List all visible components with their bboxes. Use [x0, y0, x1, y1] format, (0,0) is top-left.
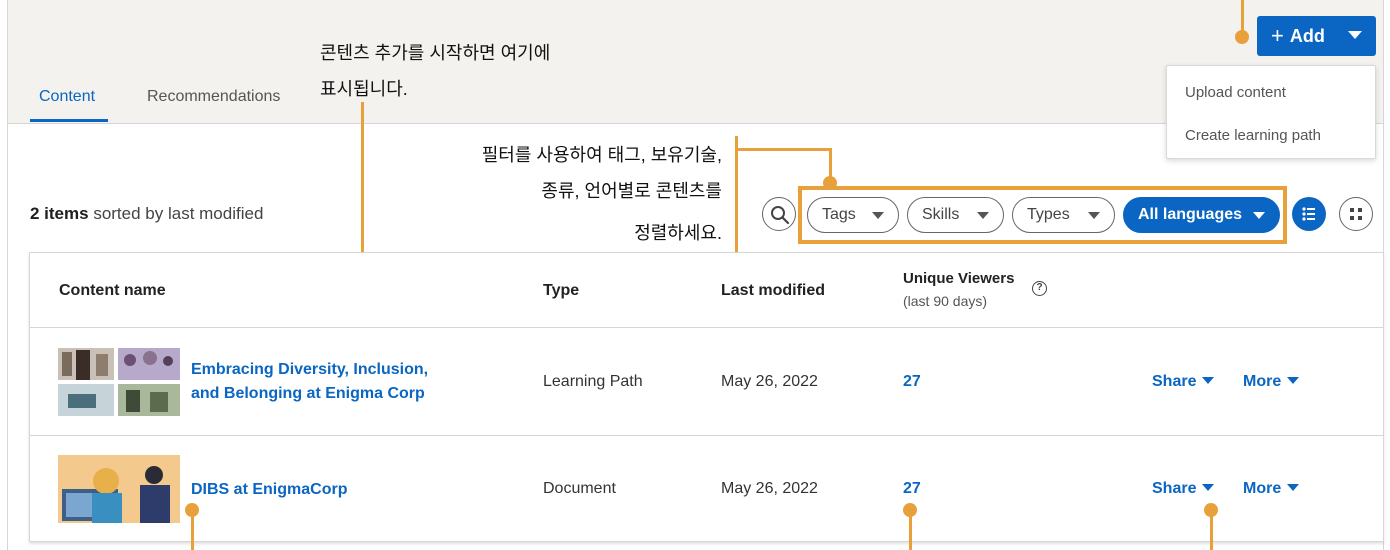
search-button[interactable] — [762, 197, 796, 231]
filter-types-label: Types — [1027, 206, 1070, 223]
chevron-down-icon — [1088, 212, 1100, 219]
list-view-button[interactable] — [1292, 197, 1326, 231]
content-title-link[interactable]: DIBS at EnigmaCorp — [191, 479, 347, 501]
more-label: More — [1243, 373, 1282, 390]
share-label: Share — [1152, 480, 1197, 497]
chevron-down-icon — [1253, 212, 1265, 219]
annotation-dot — [1235, 30, 1249, 44]
chevron-down-icon — [977, 212, 989, 219]
header-type[interactable]: Type — [543, 282, 579, 300]
add-button-label: Add — [1289, 25, 1325, 46]
chevron-down-icon — [1348, 31, 1362, 39]
annotation-line — [1210, 514, 1213, 550]
content-table: Content name Type Last modified Unique V… — [29, 252, 1384, 542]
callout-filters-line1: 필터를 사용하여 태그, 보유기술, — [481, 145, 722, 165]
share-button[interactable]: Share — [1152, 480, 1215, 498]
share-button[interactable]: Share — [1152, 373, 1215, 391]
chevron-down-icon — [1202, 377, 1215, 384]
header-last-modified[interactable]: Last modified — [721, 282, 825, 300]
content-title-link[interactable]: Embracing Diversity, Inclusion, — [191, 359, 428, 381]
menu-item-create-learning-path[interactable]: Create learning path — [1185, 127, 1321, 144]
header-unique-viewers-sub: (last 90 days) — [903, 293, 988, 309]
unique-viewers-count[interactable]: 27 — [903, 373, 921, 391]
chevron-down-icon — [1287, 377, 1300, 384]
content-title-link[interactable]: and Belonging at Enigma Corp — [191, 383, 425, 405]
filter-tags[interactable]: Tags — [807, 197, 899, 233]
filter-languages[interactable]: All languages — [1123, 197, 1280, 233]
row-divider — [30, 435, 1383, 436]
more-button[interactable]: More — [1243, 480, 1300, 498]
items-summary: 2 items sorted by last modified — [30, 204, 263, 224]
grid-view-button[interactable] — [1339, 197, 1373, 231]
more-label: More — [1243, 480, 1282, 497]
content-type: Learning Path — [543, 373, 643, 390]
filter-types[interactable]: Types — [1012, 197, 1115, 233]
help-icon[interactable]: ? — [1032, 281, 1047, 296]
content-type: Document — [543, 480, 616, 497]
annotation-line — [191, 514, 194, 550]
filter-tags-label: Tags — [822, 206, 856, 223]
filter-languages-label: All languages — [1138, 206, 1243, 223]
chevron-down-icon — [872, 212, 884, 219]
header-content-name[interactable]: Content name — [59, 282, 166, 300]
last-modified-date: May 26, 2022 — [721, 480, 818, 497]
active-tab-indicator — [30, 119, 108, 122]
last-modified-date: May 26, 2022 — [721, 373, 818, 390]
learning-path-thumbnail[interactable] — [58, 348, 180, 416]
add-button[interactable]: + Add — [1257, 16, 1376, 56]
add-menu: Upload content Create learning path — [1166, 65, 1376, 159]
callout-content-added-line1: 콘텐츠 추가를 시작하면 여기에 — [320, 43, 551, 63]
annotation-bracket — [735, 136, 738, 254]
chevron-down-icon — [1287, 484, 1300, 491]
plus-icon: + — [1271, 23, 1284, 48]
filter-skills-label: Skills — [922, 206, 960, 223]
callout-content-added-line2: 표시됩니다. — [320, 79, 408, 99]
header-unique-viewers[interactable]: Unique Viewers — [903, 270, 1014, 287]
tab-content[interactable]: Content — [39, 88, 95, 106]
annotation-line — [909, 514, 912, 550]
row-divider — [30, 327, 1383, 328]
filter-skills[interactable]: Skills — [907, 197, 1004, 233]
items-count: 2 items — [30, 204, 89, 223]
chevron-down-icon — [1202, 484, 1215, 491]
callout-filters-line2: 종류, 언어별로 콘텐츠를 — [541, 181, 722, 201]
tab-recommendations[interactable]: Recommendations — [147, 88, 280, 106]
share-label: Share — [1152, 373, 1197, 390]
more-button[interactable]: More — [1243, 373, 1300, 391]
search-icon — [771, 206, 790, 225]
callout-filters-line3: 정렬하세요. — [634, 223, 722, 243]
annotation-line — [735, 148, 831, 151]
document-thumbnail[interactable] — [58, 455, 180, 523]
sort-description: sorted by last modified — [88, 204, 264, 223]
unique-viewers-count[interactable]: 27 — [903, 480, 921, 498]
grid-icon — [1350, 208, 1362, 220]
list-icon — [1302, 207, 1315, 221]
menu-item-upload-content[interactable]: Upload content — [1185, 84, 1286, 101]
